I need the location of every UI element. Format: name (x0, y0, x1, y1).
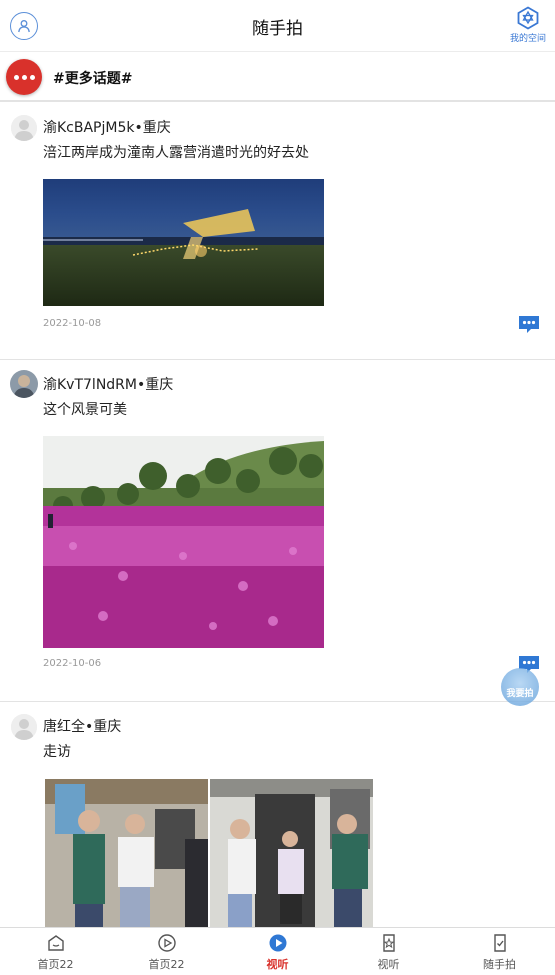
post-author[interactable]: 唐红全•重庆 (43, 716, 121, 736)
nav-item-home-1[interactable]: 首页22 (0, 928, 111, 975)
star-document-icon (382, 934, 395, 952)
user-photo-avatar (10, 370, 38, 398)
post-image[interactable] (43, 436, 324, 648)
post-text: 走访 (43, 744, 71, 760)
post-date: 2022-10-06 (43, 658, 102, 669)
play-circle-icon (157, 934, 176, 952)
visit-photo-2 (210, 779, 373, 929)
nav-label: 随手拍 (483, 958, 516, 971)
app-header: 随手拍 我的空间 (0, 0, 555, 52)
default-avatar-icon (11, 714, 37, 740)
nav-label: 视听 (266, 958, 289, 971)
my-space-label: 我的空间 (509, 34, 546, 44)
comment-icon[interactable] (517, 314, 541, 334)
hexagon-star-icon (517, 6, 539, 30)
post-image[interactable] (43, 179, 324, 306)
visit-photo-1 (45, 779, 208, 929)
avatar[interactable] (11, 714, 37, 740)
nav-label: 视听 (377, 958, 400, 971)
more-topics-link[interactable]: #更多话题# (53, 68, 132, 88)
post-item: 渝KcBAPjM5k•重庆 涪江两岸成为潼南人露营消遣时光的好去处 2022-1… (0, 103, 555, 360)
post-author[interactable]: 渝KvT7lNdRM•重庆 (43, 374, 173, 394)
flower-field-photo (43, 436, 324, 648)
nav-item-video-2[interactable]: 视听 (333, 928, 444, 975)
default-avatar-icon (11, 115, 37, 141)
post-date: 2022-10-08 (43, 318, 102, 329)
post-feed: 渝KcBAPjM5k•重庆 涪江两岸成为潼南人露营消遣时光的好去处 2022-1… (0, 103, 555, 932)
post-text: 这个风景可美 (43, 402, 127, 418)
post-image[interactable] (210, 779, 373, 929)
bottom-nav: 首页22 首页22 视听 视听 随手拍 (0, 927, 555, 975)
nav-item-home-2[interactable]: 首页22 (111, 928, 222, 975)
nav-item-snapshot[interactable]: 随手拍 (444, 928, 555, 975)
camping-night-photo (43, 179, 324, 306)
avatar[interactable] (10, 370, 38, 398)
take-photo-label: 我要拍 (506, 689, 534, 699)
take-photo-fab[interactable]: 我要拍 (501, 668, 539, 706)
my-space-button[interactable]: 我的空间 (509, 6, 547, 50)
play-circle-filled-icon (269, 934, 286, 952)
page-title: 随手拍 (252, 19, 303, 39)
checkmark-document-icon (493, 934, 506, 952)
post-image[interactable] (45, 779, 208, 929)
post-item: 渝KvT7lNdRM•重庆 这个风景可美 2022-10-06 (0, 360, 555, 702)
post-text: 涪江两岸成为潼南人露营消遣时光的好去处 (43, 145, 309, 161)
nav-label: 首页22 (37, 958, 74, 971)
more-topics-icon[interactable] (6, 59, 42, 95)
post-author[interactable]: 渝KcBAPjM5k•重庆 (43, 117, 171, 137)
post-item: 唐红全•重庆 走访 (0, 702, 555, 932)
nav-label: 首页22 (148, 958, 185, 971)
home-icon (47, 935, 64, 951)
topic-bar: #更多话题# (0, 52, 555, 102)
avatar[interactable] (11, 115, 37, 141)
nav-item-video[interactable]: 视听 (222, 928, 333, 975)
